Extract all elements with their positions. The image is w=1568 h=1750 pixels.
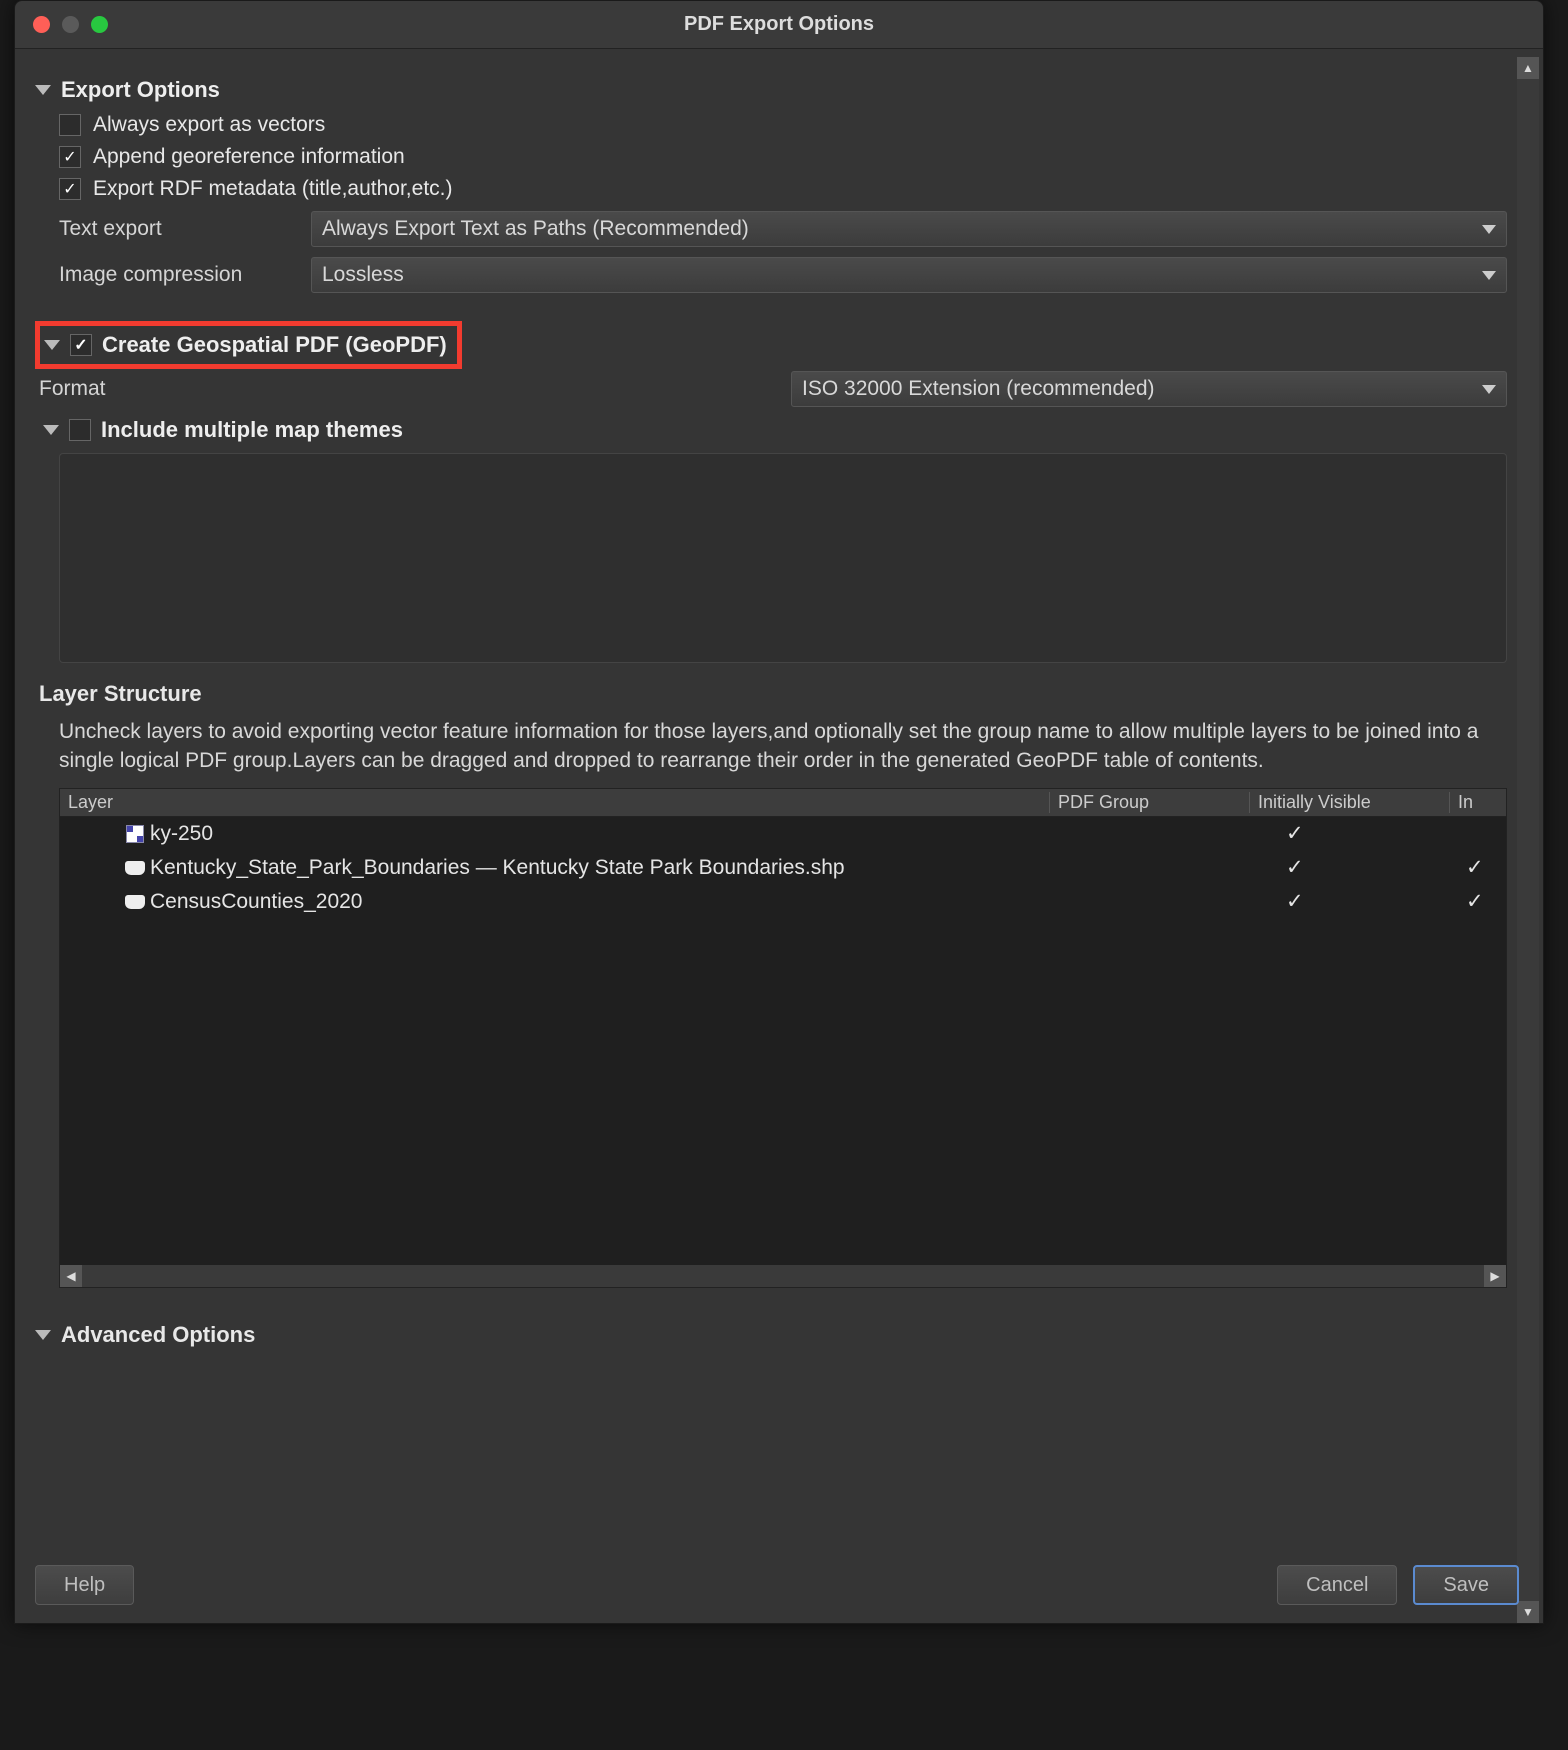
always-export-vectors-checkbox[interactable]	[59, 114, 81, 136]
chevron-down-icon	[43, 425, 59, 435]
chevron-down-icon	[44, 340, 60, 350]
table-row[interactable]: Kentucky_State_Park_Boundaries — Kentuck…	[60, 851, 1506, 885]
text-export-row: Text export Always Export Text as Paths …	[59, 211, 1507, 247]
table-row[interactable]: ky-250 ✓	[60, 817, 1506, 851]
save-button-label: Save	[1443, 1574, 1489, 1597]
image-compression-row: Image compression Lossless	[59, 257, 1507, 293]
format-value: ISO 32000 Extension (recommended)	[802, 377, 1155, 401]
layer-name: Kentucky_State_Park_Boundaries — Kentuck…	[150, 856, 1066, 880]
vector-layer-icon	[125, 895, 145, 909]
format-label: Format	[39, 377, 779, 401]
chevron-down-icon	[1482, 271, 1496, 280]
chevron-down-icon	[1482, 225, 1496, 234]
image-compression-select[interactable]: Lossless	[311, 257, 1507, 293]
text-export-label: Text export	[59, 217, 299, 241]
vertical-scrollbar[interactable]: ▲ ▼	[1517, 57, 1539, 1623]
layer-structure-description: Uncheck layers to avoid exporting vector…	[59, 717, 1489, 776]
text-export-select[interactable]: Always Export Text as Paths (Recommended…	[311, 211, 1507, 247]
layer-in-cell[interactable]: ✓	[1466, 889, 1506, 914]
scroll-left-icon[interactable]: ◀	[60, 1265, 82, 1287]
layer-table: Layer PDF Group Initially Visible In ky-…	[59, 788, 1507, 1288]
layer-structure-body: Uncheck layers to avoid exporting vector…	[59, 717, 1507, 1288]
layer-name: CensusCounties_2020	[150, 890, 1066, 914]
export-rdf-label: Export RDF metadata (title,author,etc.)	[93, 177, 452, 201]
dialog-content: Export Options Always export as vectors …	[35, 61, 1507, 1623]
export-rdf-checkbox[interactable]	[59, 178, 81, 200]
format-select[interactable]: ISO 32000 Extension (recommended)	[791, 371, 1507, 407]
vector-layer-icon	[125, 861, 145, 875]
column-header-layer[interactable]: Layer	[60, 792, 1050, 813]
help-button[interactable]: Help	[35, 1565, 134, 1605]
geopdf-highlight: Create Geospatial PDF (GeoPDF)	[35, 321, 462, 369]
geopdf-header[interactable]: Create Geospatial PDF (GeoPDF)	[44, 332, 447, 358]
cancel-button[interactable]: Cancel	[1277, 1565, 1397, 1605]
layer-visible-cell[interactable]: ✓	[1266, 889, 1466, 914]
image-compression-value: Lossless	[322, 263, 404, 287]
chevron-down-icon	[35, 1330, 51, 1340]
include-themes-checkbox[interactable]	[69, 419, 91, 441]
layer-name: ky-250	[150, 822, 1066, 846]
advanced-options-header[interactable]: Advanced Options	[35, 1322, 1507, 1348]
layer-visible-cell[interactable]: ✓	[1266, 855, 1466, 880]
export-rdf-row: Export RDF metadata (title,author,etc.)	[59, 177, 1507, 201]
column-header-visible[interactable]: Initially Visible	[1250, 792, 1450, 813]
dialog-window: PDF Export Options ▲ ▼ Export Options Al…	[14, 0, 1544, 1624]
geopdf-checkbox[interactable]	[70, 334, 92, 356]
column-header-in[interactable]: In	[1450, 792, 1506, 813]
include-themes-label: Include multiple map themes	[101, 417, 403, 443]
cancel-button-label: Cancel	[1306, 1574, 1368, 1597]
layer-structure-title: Layer Structure	[39, 681, 1507, 707]
layer-table-header: Layer PDF Group Initially Visible In	[60, 789, 1506, 817]
layer-in-cell[interactable]: ✓	[1466, 855, 1506, 880]
horizontal-scrollbar[interactable]: ◀ ▶	[60, 1265, 1506, 1287]
always-export-vectors-row: Always export as vectors	[59, 113, 1507, 137]
layer-table-body: ky-250 ✓ Kentucky_State_Park_Boundaries — …	[60, 817, 1506, 1265]
chevron-down-icon	[35, 85, 51, 95]
scroll-down-icon[interactable]: ▼	[1517, 1601, 1539, 1623]
chevron-down-icon	[1482, 385, 1496, 394]
include-themes-header[interactable]: Include multiple map themes	[43, 417, 1507, 443]
export-options-title: Export Options	[61, 77, 220, 103]
append-georef-label: Append georeference information	[93, 145, 405, 169]
text-export-value: Always Export Text as Paths (Recommended…	[322, 217, 749, 241]
scroll-right-icon[interactable]: ▶	[1484, 1265, 1506, 1287]
append-georef-row: Append georeference information	[59, 145, 1507, 169]
export-options-header[interactable]: Export Options	[35, 77, 1507, 103]
always-export-vectors-label: Always export as vectors	[93, 113, 325, 137]
save-button[interactable]: Save	[1413, 1565, 1519, 1605]
append-georef-checkbox[interactable]	[59, 146, 81, 168]
help-button-label: Help	[64, 1574, 105, 1597]
window-title: PDF Export Options	[15, 13, 1543, 36]
titlebar: PDF Export Options	[15, 1, 1543, 49]
scroll-up-icon[interactable]: ▲	[1517, 57, 1539, 79]
image-compression-label: Image compression	[59, 263, 299, 287]
raster-layer-icon	[126, 825, 144, 843]
layer-visible-cell[interactable]: ✓	[1266, 821, 1466, 846]
geopdf-title: Create Geospatial PDF (GeoPDF)	[102, 332, 447, 358]
themes-panel	[59, 453, 1507, 663]
table-row[interactable]: CensusCounties_2020 ✓✓	[60, 885, 1506, 919]
advanced-options-title: Advanced Options	[61, 1322, 255, 1348]
dialog-footer: Help Cancel Save	[35, 1565, 1519, 1605]
format-row: Format ISO 32000 Extension (recommended)	[39, 371, 1507, 407]
column-header-group[interactable]: PDF Group	[1050, 792, 1250, 813]
